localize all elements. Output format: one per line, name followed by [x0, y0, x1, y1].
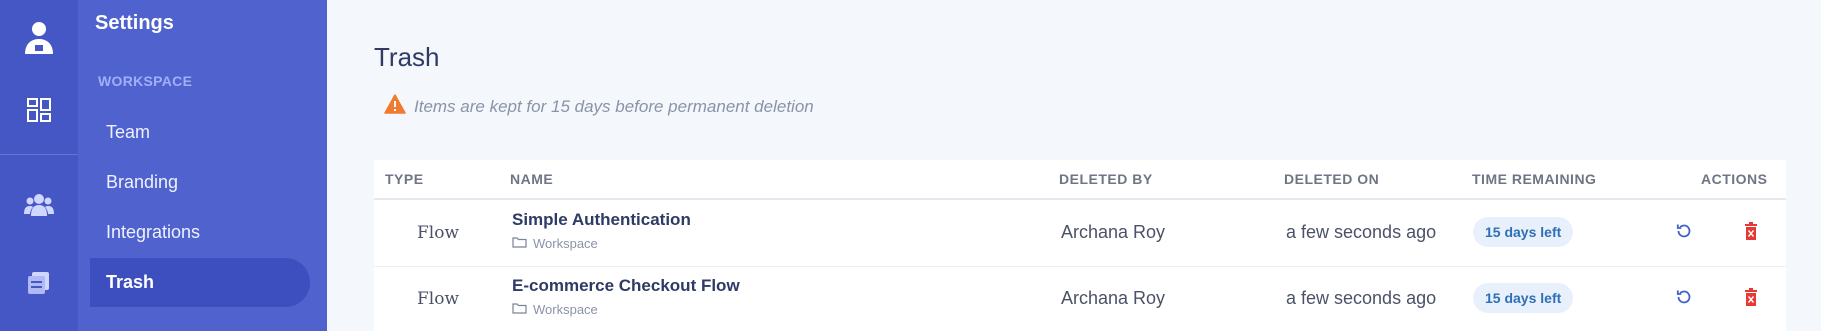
table-header: TYPE NAME DELETED BY DELETED ON TIME REM… [374, 160, 1786, 200]
time-remaining-badge: 15 days left [1473, 283, 1574, 313]
column-header-type: TYPE [385, 171, 424, 187]
location-label: Workspace [533, 236, 598, 251]
delete-button[interactable] [1738, 286, 1764, 312]
type-cell: Flow [417, 289, 460, 309]
sidebar-title: Settings [95, 12, 174, 34]
warning-icon [384, 94, 406, 119]
trash-table: TYPE NAME DELETED BY DELETED ON TIME REM… [374, 160, 1786, 331]
rail-team-button[interactable] [0, 189, 78, 225]
rail-divider [0, 154, 78, 155]
column-header-deleted-by: DELETED BY [1059, 171, 1153, 187]
settings-sidebar: Settings WORKSPACE Team Branding Integra… [78, 0, 327, 331]
sidebar-item-branding[interactable]: Branding [90, 158, 310, 207]
item-name: Simple Authentication [512, 210, 691, 229]
sidebar-item-label: Integrations [106, 222, 201, 242]
type-cell: Flow [417, 223, 460, 243]
time-remaining-badge: 15 days left [1473, 217, 1574, 247]
icon-rail [0, 0, 78, 331]
sidebar-item-label: Branding [106, 172, 179, 192]
delete-icon [1744, 221, 1758, 245]
restore-icon [1675, 222, 1693, 245]
sidebar-item-label: Team [106, 122, 151, 142]
item-location: Workspace [512, 302, 740, 317]
table-row: Flow Simple Authentication Workspace Arc… [374, 200, 1786, 267]
documents-icon [26, 269, 52, 300]
sidebar-section-label: WORKSPACE [98, 73, 193, 89]
restore-icon [1675, 288, 1693, 311]
rail-documents-button[interactable] [0, 266, 78, 302]
user-icon [22, 18, 56, 63]
app-root: Settings WORKSPACE Team Branding Integra… [0, 0, 1821, 331]
column-header-deleted-on: DELETED ON [1284, 171, 1380, 187]
main-content: Trash Items are kept for 15 days before … [327, 0, 1821, 331]
rail-dashboard-button[interactable] [0, 93, 78, 131]
column-header-time-remaining: TIME REMAINING [1472, 171, 1597, 187]
table-row: Flow E-commerce Checkout Flow Workspace … [374, 266, 1786, 331]
sidebar-item-team[interactable]: Team [90, 108, 310, 157]
sidebar-item-trash[interactable]: Trash [90, 258, 310, 307]
sidebar-item-label: Trash [106, 272, 155, 292]
name-cell: E-commerce Checkout Flow Workspace [512, 276, 740, 317]
rail-user-button[interactable] [0, 18, 78, 62]
sidebar-item-integrations[interactable]: Integrations [90, 208, 310, 257]
folder-icon [512, 236, 527, 251]
delete-icon [1744, 287, 1758, 311]
deleted-on-cell: a few seconds ago [1286, 222, 1437, 242]
deleted-by-cell: Archana Roy [1061, 288, 1166, 308]
name-cell: Simple Authentication Workspace [512, 210, 691, 251]
dashboard-icon [26, 97, 52, 128]
column-header-name: NAME [510, 171, 554, 187]
restore-button[interactable] [1671, 220, 1697, 246]
item-location: Workspace [512, 236, 691, 251]
deleted-on-cell: a few seconds ago [1286, 288, 1437, 308]
page-title: Trash [374, 42, 440, 72]
retention-notice: Items are kept for 15 days before perman… [384, 94, 814, 119]
item-name: E-commerce Checkout Flow [512, 276, 740, 295]
location-label: Workspace [533, 302, 598, 317]
column-header-actions: ACTIONS [1701, 171, 1768, 187]
team-icon [24, 192, 54, 223]
notice-text: Items are kept for 15 days before perman… [414, 96, 814, 116]
folder-icon [512, 302, 527, 317]
delete-button[interactable] [1738, 220, 1764, 246]
deleted-by-cell: Archana Roy [1061, 222, 1166, 242]
restore-button[interactable] [1671, 286, 1697, 312]
